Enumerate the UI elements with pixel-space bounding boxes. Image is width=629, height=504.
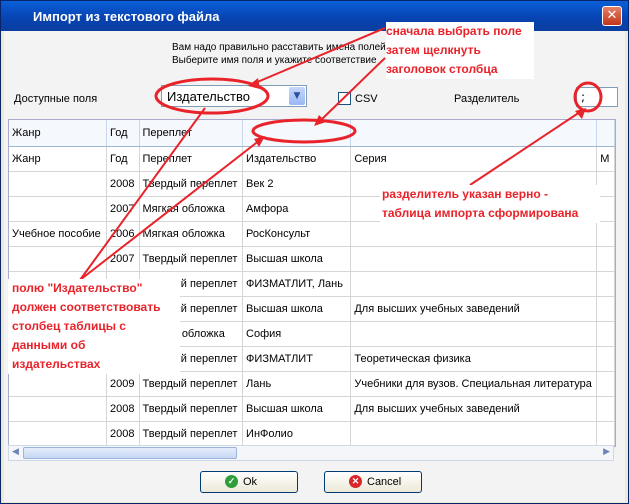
annotation-overlay — [79, 27, 603, 281]
arrow-to-fields — [254, 27, 386, 84]
annotation-1-line-2: затем щелкнуть — [386, 43, 481, 57]
header-ellipse — [251, 118, 357, 144]
annotation-3: полю "Издательство" должен соответствова… — [8, 279, 180, 374]
arrow-to-separator — [469, 111, 581, 186]
annotation-3-line-3: столбец таблицы с — [12, 319, 126, 333]
annotation-3-line-4: данными об — [12, 338, 86, 352]
arrow-to-header — [319, 57, 386, 122]
arrow-head — [254, 136, 265, 147]
annotation-3-line-1: полю "Издательство" — [12, 281, 143, 295]
annotation-3-line-5: издательствах — [12, 357, 101, 371]
annotation-1-line-3: заголовок столбца — [386, 62, 498, 76]
arrow-from-note-1 — [79, 107, 206, 281]
annotation-1-line-1: сначала выбрать поле — [386, 24, 522, 38]
annotation-2: разделитель указан верно - таблица импор… — [380, 185, 600, 223]
annotation-2-line-2: таблица импорта сформирована — [382, 206, 579, 220]
annotation-1: сначала выбрать поле затем щелкнуть заго… — [386, 22, 534, 79]
separator-ellipse — [573, 81, 603, 113]
arrow-from-note-2 — [79, 139, 261, 281]
annotation-2-line-1: разделитель указан верно - — [382, 187, 548, 201]
annotation-3-line-2: должен соответствовать — [12, 300, 161, 314]
